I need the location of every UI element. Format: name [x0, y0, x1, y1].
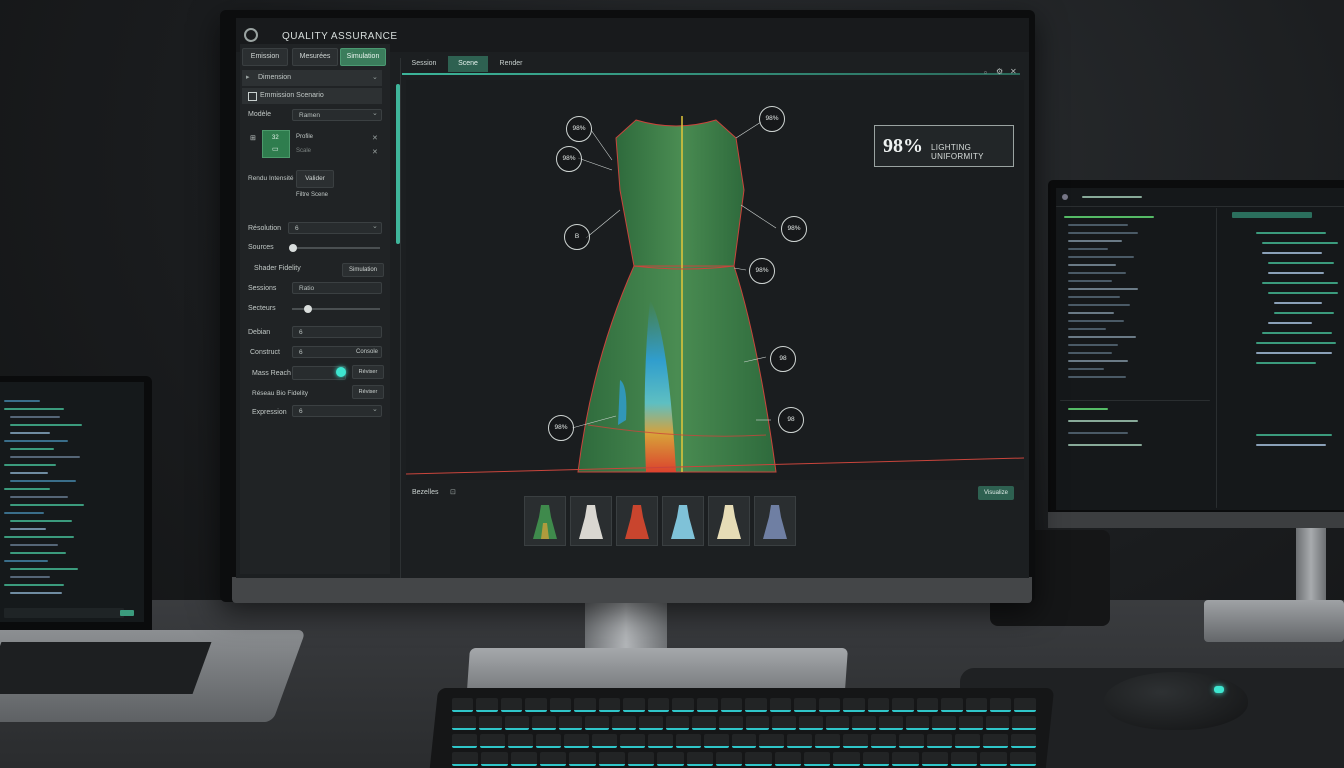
laptop-screen	[0, 382, 144, 622]
tab-render[interactable]: Render	[490, 56, 532, 72]
chevron-down-icon: ⌄	[372, 110, 378, 117]
revise-button-1[interactable]: Réviser	[352, 365, 384, 379]
keyboard-row	[452, 734, 1037, 748]
model-select-value: Ramen	[299, 112, 320, 119]
row-resolution-label: Résolution	[248, 225, 282, 232]
sources-slider-knob[interactable]	[289, 244, 297, 252]
model-select[interactable]: Ramen	[292, 109, 382, 121]
measure-callout[interactable]: 98%	[556, 146, 582, 172]
measure-callout[interactable]: 98%	[749, 258, 775, 284]
measure-callout[interactable]: 98%	[781, 216, 807, 242]
measure-callout[interactable]: 98%	[566, 116, 592, 142]
expression-value: 6	[299, 408, 303, 415]
row-sources-label: Sources	[248, 244, 274, 251]
measure-callout[interactable]: 98	[778, 407, 804, 433]
main-monitor-chin	[232, 577, 1032, 603]
measure-callout[interactable]: 98	[770, 346, 796, 372]
resolution-value: 6	[295, 225, 299, 232]
skirt	[577, 265, 777, 473]
expression-select[interactable]: 6	[292, 405, 382, 417]
app-logo-icon	[244, 28, 258, 42]
variant-thumb-cream[interactable]	[708, 496, 750, 546]
measure-callout[interactable]: 98%	[759, 106, 785, 132]
row-construct-label: Construct	[250, 349, 280, 356]
row-scenario-label: Emmission Scenario	[260, 92, 324, 99]
resolution-select[interactable]: 6	[288, 222, 382, 234]
keyboard-row	[452, 698, 1036, 712]
row-sessions-label: Sessions	[248, 285, 277, 292]
top-button-mesurees[interactable]: Mesurées	[292, 48, 338, 66]
validate-button[interactable]: Valider	[296, 170, 334, 188]
console-label: Console	[356, 349, 379, 355]
checkbox-icon	[248, 92, 257, 101]
panel-divider	[400, 58, 401, 578]
top-button-emission[interactable]: Emission	[242, 48, 288, 66]
tab-session[interactable]: Session	[404, 56, 444, 72]
main-screen: QUALITY ASSURANCE Emission Mesurées Simu…	[236, 18, 1029, 578]
lighting-label: LIGHTING UNIFORMITY	[931, 143, 984, 161]
measure-callout[interactable]: B	[564, 224, 590, 250]
keyboard-row	[452, 716, 1037, 730]
chevron-down-icon: ⌄	[372, 406, 378, 413]
mouse	[1104, 672, 1248, 730]
construct-value: 6	[299, 349, 303, 356]
sectors-slider-knob[interactable]	[304, 305, 312, 313]
lighting-percent: 98%	[883, 135, 923, 157]
row-debian-label: Debian	[248, 329, 271, 336]
scale-label: Scale	[296, 148, 312, 154]
close-icon[interactable]: ✕	[1010, 67, 1017, 76]
measure-callout[interactable]: 98%	[548, 415, 574, 441]
revise-button-2[interactable]: Réviser	[352, 385, 384, 399]
variant-thumb-green[interactable]	[524, 496, 566, 546]
top-button-simulation[interactable]: Simulation	[340, 48, 386, 66]
minimize-icon[interactable]: ▫	[984, 68, 987, 77]
row-model-label: Modèle	[248, 111, 271, 118]
variant-thumb-blue-gray[interactable]	[754, 496, 796, 546]
row-sectors-label: Secteurs	[248, 305, 276, 312]
close-small-icon[interactable]: ✕	[372, 134, 378, 142]
grid-icon[interactable]: ⊡	[450, 488, 456, 496]
row-expression-label: Expression	[252, 409, 287, 416]
settings-icon[interactable]: ⚙	[996, 67, 1003, 76]
laptop-keyboard	[0, 642, 212, 694]
visualize-button[interactable]: Visualize	[978, 486, 1014, 500]
sessions-value: Ratio	[299, 285, 315, 292]
debian-field[interactable]: 6	[292, 326, 382, 338]
profile-label: Profile	[296, 134, 314, 140]
close-small-icon[interactable]: ✕	[372, 148, 378, 156]
variant-thumb-red[interactable]	[616, 496, 658, 546]
row-shader-label: Shader Fidelity	[254, 265, 301, 272]
secondary-monitor-chin	[1048, 512, 1344, 528]
variant-thumb-light-blue[interactable]	[662, 496, 704, 546]
chevron-down-icon: ⌄	[372, 223, 378, 230]
expand-icon: ▸	[246, 74, 250, 81]
tab-underline	[402, 73, 1020, 75]
scene-filter-label: Filtre Scene	[296, 192, 329, 198]
variant-thumb-white[interactable]	[570, 496, 612, 546]
row-mass-label: Mass Reach	[252, 370, 291, 377]
debian-value: 6	[299, 329, 303, 336]
row-bio-label: Réseau Bio Fidelity	[252, 390, 308, 397]
tab-scene[interactable]: Scene	[448, 56, 488, 72]
secondary-monitor-base	[1204, 600, 1344, 642]
sessions-field[interactable]: Ratio	[292, 282, 382, 294]
swatch-label: 32	[272, 135, 279, 141]
lighting-uniformity-badge: 98% LIGHTING UNIFORMITY	[874, 125, 1014, 167]
toggle-knob[interactable]	[336, 367, 346, 377]
simulation-button[interactable]: Simulation	[342, 263, 384, 277]
app-title: QUALITY ASSURANCE	[282, 31, 398, 42]
bodice	[615, 119, 745, 267]
chevron-down-icon: ⌄	[372, 74, 378, 81]
row-dimension-label: Dimension	[258, 74, 292, 81]
secondary-monitor-stand	[1296, 528, 1326, 608]
image-icon: ▭	[272, 146, 279, 153]
mouse-led	[1214, 686, 1224, 693]
sources-slider[interactable]	[292, 247, 380, 249]
keyboard-row	[452, 752, 1036, 766]
footer-label: Bezelles	[412, 489, 439, 496]
row-render-label: Rendu Intensité	[248, 175, 294, 182]
secondary-monitor-screen	[1056, 188, 1344, 510]
grid-icon: ⊞	[250, 135, 256, 142]
color-swatch[interactable]: 32 ▭	[262, 130, 290, 158]
